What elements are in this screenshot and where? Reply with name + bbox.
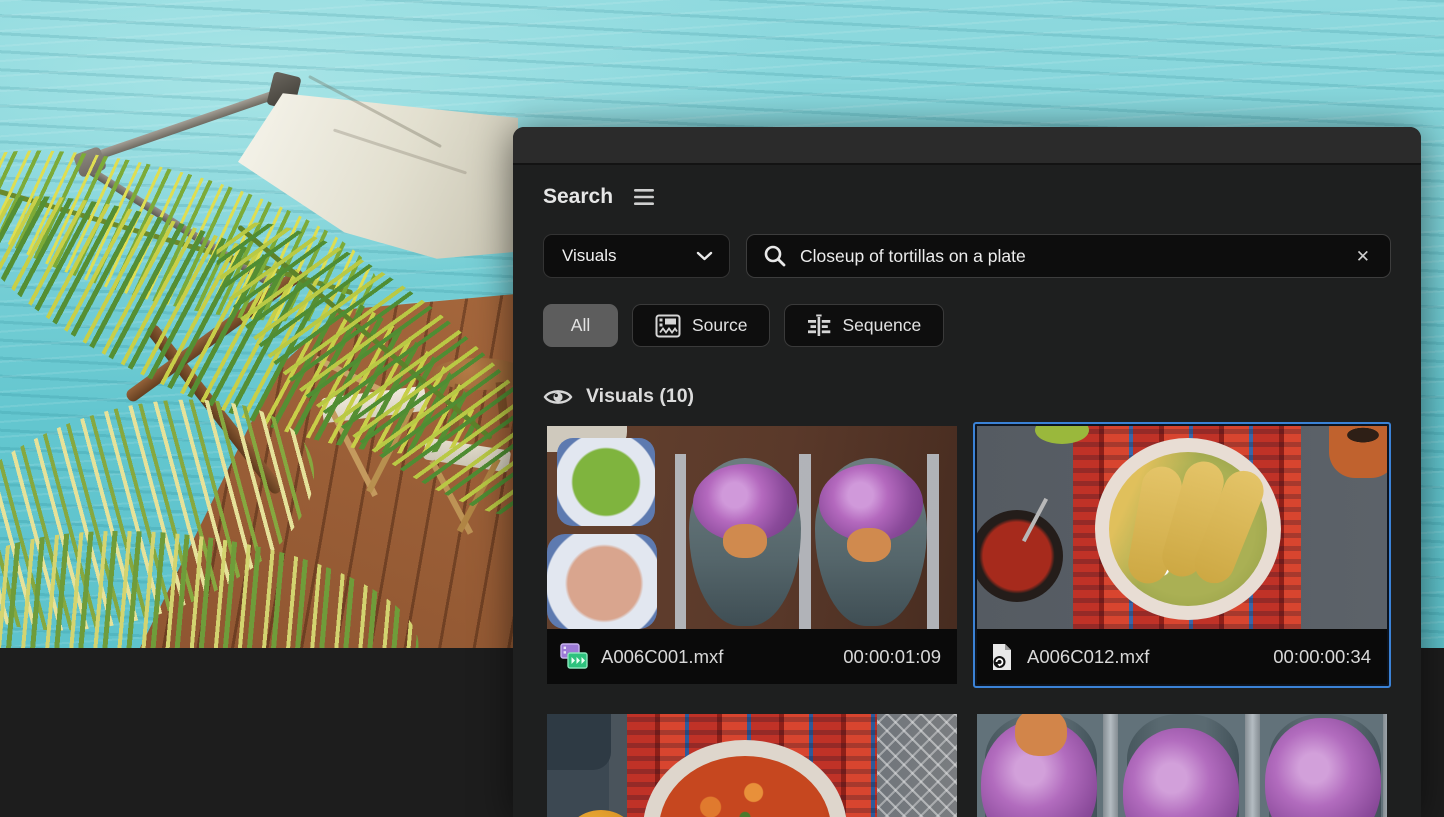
clip-duration: 00:00:01:09 <box>843 646 941 668</box>
search-icon <box>763 244 787 268</box>
result-tile[interactable] <box>543 710 961 817</box>
filter-all-label: All <box>571 315 590 336</box>
result-tile[interactable]: A006C001.mxf 00:00:01:09 <box>543 422 961 688</box>
thumbnail-blue-corn-tacos-closeup <box>977 714 1387 817</box>
thumbnail-green-enchiladas-plate <box>977 426 1387 629</box>
result-tile-selected[interactable]: A006C012.mxf 00:00:00:34 <box>973 422 1391 688</box>
premiere-pro-window: 00:00:00:00 Fit Search Vi <box>0 0 1444 817</box>
clip-av-icon <box>560 643 588 670</box>
clip-duration: 00:00:00:34 <box>1273 646 1371 668</box>
tile-footer: A006C001.mxf 00:00:01:09 <box>547 629 957 684</box>
hamburger-menu-icon[interactable] <box>633 188 655 206</box>
proxy-file-icon <box>990 643 1014 671</box>
clear-search-icon[interactable]: ✕ <box>1352 246 1374 267</box>
eye-icon <box>543 386 573 408</box>
search-field[interactable]: ✕ <box>746 234 1391 278</box>
clip-filename: A006C001.mxf <box>601 646 723 668</box>
search-panel-body: Search Visuals <box>513 185 1421 817</box>
scope-dropdown-value: Visuals <box>562 246 617 266</box>
panel-tab-bar <box>513 127 1421 165</box>
thumbnail-blue-corn-tacos-with-salsas <box>547 426 957 629</box>
filter-source-label: Source <box>692 315 747 336</box>
panel-title: Search <box>543 185 613 209</box>
filter-all-button[interactable]: All <box>543 304 618 347</box>
scope-dropdown[interactable]: Visuals <box>543 234 730 278</box>
search-panel: Search Visuals <box>513 127 1421 817</box>
chevron-down-icon <box>696 251 713 261</box>
search-input[interactable] <box>800 246 1339 267</box>
results-grid: A006C001.mxf 00:00:01:09 <box>543 422 1391 817</box>
clip-filename: A006C012.mxf <box>1027 646 1149 668</box>
results-section-heading: Visuals (10) <box>586 385 694 408</box>
result-tile[interactable] <box>973 710 1391 817</box>
tile-footer: A006C012.mxf 00:00:00:34 <box>977 629 1387 684</box>
sequence-icon <box>807 314 831 338</box>
filter-sequence-label: Sequence <box>842 315 921 336</box>
filter-source-button[interactable]: Source <box>632 304 770 347</box>
source-clip-icon <box>655 314 681 338</box>
filter-sequence-button[interactable]: Sequence <box>784 304 944 347</box>
thumbnail-red-stew-bowl-on-textile <box>547 714 957 817</box>
